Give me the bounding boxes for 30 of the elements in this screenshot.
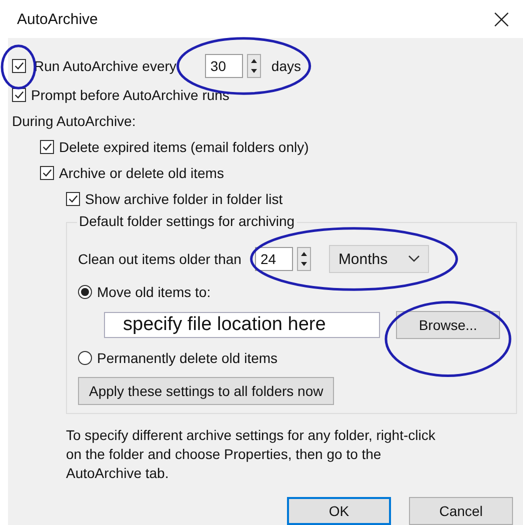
section-label: During AutoArchive: [12,113,136,129]
checkbox[interactable] [40,140,54,154]
browse-button[interactable]: Browse... [396,311,500,339]
spin-arrows-icon[interactable] [247,54,262,78]
unit-dropdown[interactable]: Months [329,245,430,273]
apply-button[interactable]: Apply these settings to all folders now [78,377,334,405]
window-title: AutoArchive [17,10,98,28]
chevron-down-icon [408,255,420,263]
checkbox-label: Archive or delete old items [59,165,224,181]
checkbox[interactable] [12,59,26,73]
number-spinner[interactable]: 30 [205,54,244,78]
number-spinner[interactable]: 24 [255,247,294,271]
radio-button[interactable] [78,285,92,299]
checkbox-label: Delete expired items (email folders only) [59,139,309,155]
spin-arrows-icon[interactable] [297,247,312,271]
dialog-button[interactable]: OK [287,497,391,525]
checkbox[interactable] [66,192,80,206]
dialog-button[interactable]: Cancel [409,497,513,525]
field-label: Clean out items older than [78,251,242,267]
unit-label: days [271,58,301,74]
radio-label: Move old items to: [97,284,211,300]
path-field[interactable]: specify file location here [104,312,380,338]
checkbox-label: Show archive folder in folder list [85,191,283,207]
radio-label: Permanently delete old items [97,350,278,366]
checkbox[interactable] [12,88,26,102]
group-title: Default folder settings for archiving [77,213,297,229]
radio-button[interactable] [78,351,92,365]
checkbox[interactable] [40,166,54,180]
note-text: To specify different archive settings for any folder, right-click on the folder and choose Properties, then go to the AutoArchive tab. [66,426,436,483]
close-icon[interactable] [494,12,509,26]
